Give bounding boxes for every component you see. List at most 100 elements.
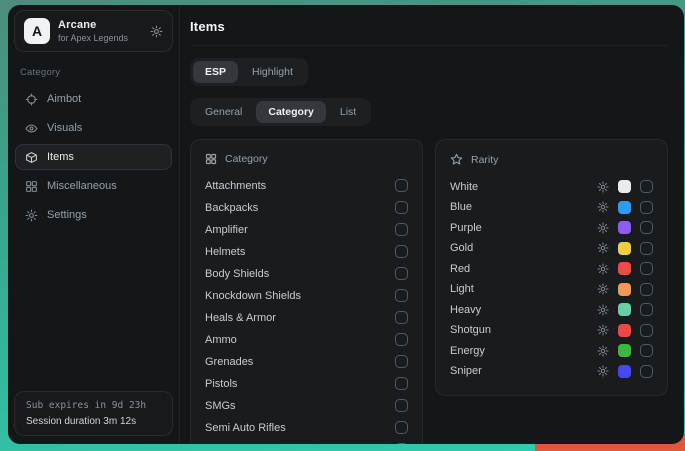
rarity-row: Heavy: [450, 303, 653, 316]
sidebar-item-items[interactable]: Items: [15, 144, 172, 170]
rarity-row-label: Sniper: [450, 365, 482, 377]
tab-category[interactable]: Category: [256, 101, 326, 123]
color-swatch[interactable]: [618, 221, 631, 234]
color-swatch[interactable]: [618, 283, 631, 296]
checkbox[interactable]: [395, 245, 408, 258]
gear-icon[interactable]: [597, 201, 609, 213]
checkbox[interactable]: [640, 180, 653, 193]
sidebar-item-label: Settings: [47, 209, 87, 221]
category-row: Body Shields: [205, 267, 408, 280]
category-row: Knockdown Shields: [205, 289, 408, 302]
category-row: Semi Auto Rifles: [205, 421, 408, 434]
category-row-label: Helmets: [205, 246, 245, 258]
checkbox[interactable]: [640, 221, 653, 234]
checkbox[interactable]: [395, 355, 408, 368]
gear-icon[interactable]: [597, 365, 609, 377]
rarity-panel-header: Rarity: [450, 153, 653, 166]
sidebar-item-settings[interactable]: Settings: [15, 202, 172, 228]
category-row: Amplifier: [205, 223, 408, 236]
grid-icon: [25, 180, 38, 193]
category-row: Ammo: [205, 333, 408, 346]
sidebar-item-miscellaneous[interactable]: Miscellaneous: [15, 173, 172, 199]
checkbox[interactable]: [395, 179, 408, 192]
checkbox[interactable]: [640, 283, 653, 296]
desktop-background: A Arcane for Apex Legends Category: [0, 0, 685, 451]
star-icon: [450, 153, 463, 166]
color-swatch[interactable]: [618, 324, 631, 337]
sidebar-item-label: Aimbot: [47, 93, 81, 105]
checkbox[interactable]: [640, 262, 653, 275]
color-swatch[interactable]: [618, 303, 631, 316]
rarity-row-label: Shotgun: [450, 324, 491, 336]
app-subtitle: for Apex Legends: [58, 33, 128, 43]
rarity-row-label: White: [450, 181, 478, 193]
category-row-label: Knockdown Shields: [205, 290, 301, 302]
sidebar: A Arcane for Apex Legends Category: [8, 5, 180, 444]
category-row: Heals & Armor: [205, 311, 408, 324]
gear-icon[interactable]: [597, 283, 609, 295]
category-row-label: Amplifier: [205, 224, 248, 236]
category-row: Backpacks: [205, 201, 408, 214]
category-row-label: Heals & Armor: [205, 312, 276, 324]
checkbox[interactable]: [640, 324, 653, 337]
rarity-row: Shotgun: [450, 324, 653, 337]
checkbox[interactable]: [395, 289, 408, 302]
sidebar-section-label: Category: [20, 67, 167, 78]
rarity-row: Sniper: [450, 365, 653, 378]
checkbox[interactable]: [395, 377, 408, 390]
checkbox[interactable]: [395, 421, 408, 434]
sidebar-item-visuals[interactable]: Visuals: [15, 115, 172, 141]
gear-icon[interactable]: [597, 181, 609, 193]
gear-icon[interactable]: [597, 263, 609, 275]
category-row: Helmets: [205, 245, 408, 258]
category-row-label: SMGs: [205, 400, 236, 412]
gear-icon: [25, 209, 38, 222]
checkbox[interactable]: [395, 311, 408, 324]
gear-icon[interactable]: [597, 222, 609, 234]
color-swatch[interactable]: [618, 344, 631, 357]
eye-icon: [25, 122, 38, 135]
checkbox[interactable]: [395, 399, 408, 412]
checkbox[interactable]: [395, 443, 408, 444]
gear-icon[interactable]: [597, 304, 609, 316]
tab-list[interactable]: List: [328, 101, 368, 123]
checkbox[interactable]: [395, 223, 408, 236]
color-swatch[interactable]: [618, 365, 631, 378]
checkbox[interactable]: [640, 201, 653, 214]
rarity-row: Blue: [450, 201, 653, 214]
color-swatch[interactable]: [618, 201, 631, 214]
checkbox[interactable]: [640, 365, 653, 378]
rarity-rows: White: [450, 180, 653, 378]
rarity-panel-title: Rarity: [471, 154, 498, 166]
checkbox[interactable]: [640, 242, 653, 255]
gear-icon[interactable]: [597, 324, 609, 336]
sidebar-item-label: Miscellaneous: [47, 180, 117, 192]
session-duration-text: Session duration 3m 12s: [26, 416, 161, 427]
gear-icon[interactable]: [597, 345, 609, 357]
checkbox[interactable]: [395, 267, 408, 280]
category-row-label: Ammo: [205, 334, 237, 346]
category-row-label: Assault Rifles: [205, 444, 272, 445]
checkbox[interactable]: [395, 201, 408, 214]
subscription-card: Sub expires in 9d 23h Session duration 3…: [14, 391, 173, 436]
gear-icon[interactable]: [597, 242, 609, 254]
tab-highlight[interactable]: Highlight: [240, 61, 305, 83]
category-row: SMGs: [205, 399, 408, 412]
color-swatch[interactable]: [618, 242, 631, 255]
checkbox[interactable]: [395, 333, 408, 346]
category-row: Pistols: [205, 377, 408, 390]
app-logo: A: [24, 18, 50, 44]
tab-esp[interactable]: ESP: [193, 61, 238, 83]
crosshair-icon: [25, 93, 38, 106]
category-row-label: Body Shields: [205, 268, 269, 280]
checkbox[interactable]: [640, 303, 653, 316]
color-swatch[interactable]: [618, 262, 631, 275]
gear-icon[interactable]: [150, 25, 163, 38]
color-swatch[interactable]: [618, 180, 631, 193]
view-tabs: General Category List: [190, 98, 371, 126]
rarity-row-label: Heavy: [450, 304, 481, 316]
tab-general[interactable]: General: [193, 101, 254, 123]
app-header-card: A Arcane for Apex Legends: [14, 10, 173, 52]
checkbox[interactable]: [640, 344, 653, 357]
sidebar-item-aimbot[interactable]: Aimbot: [15, 86, 172, 112]
